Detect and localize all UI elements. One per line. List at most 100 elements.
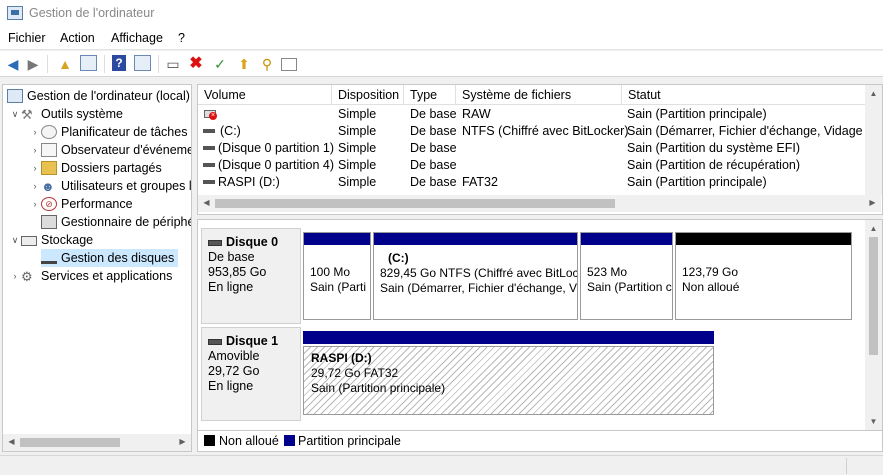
status-bar xyxy=(0,455,883,475)
services-icon: ⚙ xyxy=(21,269,33,284)
cell-status: Sain (Partition de récupération) xyxy=(627,158,801,172)
properties-view-icon[interactable] xyxy=(134,55,151,71)
disk-1-kind: Amovible xyxy=(208,349,260,363)
console-tree: Gestion de l'ordinateur (local) ∨ ⚒ Outi… xyxy=(2,84,192,452)
chevron-down-icon[interactable]: ∨ xyxy=(9,109,21,120)
chevron-down-icon[interactable]: ∨ xyxy=(9,235,21,246)
tree-root[interactable]: Gestion de l'ordinateur (local) xyxy=(7,87,190,105)
chevron-right-icon[interactable]: › xyxy=(9,271,21,281)
up-folder-icon[interactable]: ▲ xyxy=(56,55,74,73)
clock-icon xyxy=(41,125,57,139)
scrollbar-thumb[interactable] xyxy=(215,199,615,208)
disk-1-info[interactable]: Disque 1 Amovible 29,72 Go En ligne xyxy=(201,327,301,421)
scroll-right-icon[interactable]: ▶ xyxy=(174,437,191,446)
cell-layout: Simple xyxy=(338,107,377,121)
disk-0-kind: De base xyxy=(208,250,255,264)
col-volume[interactable]: Volume xyxy=(198,85,332,105)
chevron-right-icon[interactable]: › xyxy=(29,127,41,137)
disk-vertical-scrollbar[interactable]: ▲ ▼ xyxy=(865,220,882,430)
table-row[interactable]: (Disque 0 partition 1) Simple De base Sa… xyxy=(198,140,881,157)
tree-system-tools[interactable]: ∨ ⚒ Outils système xyxy=(9,105,123,123)
unallocated-bar xyxy=(676,233,851,245)
users-icon: ☻ xyxy=(41,179,55,194)
folder-up-icon[interactable]: ⬆ xyxy=(235,55,253,73)
cell-layout: Simple xyxy=(338,175,377,189)
table-row[interactable]: RASPI (D:) Simple De base FAT32 Sain (Pa… xyxy=(198,174,881,191)
drive-icon xyxy=(203,180,215,184)
search-icon[interactable]: ⚲ xyxy=(258,55,276,73)
volume-list: Volume Disposition Type Système de fichi… xyxy=(197,84,883,215)
disk-icon xyxy=(208,338,222,345)
partition-c[interactable]: (C:) 829,45 Go NTFS (Chiffré avec BitLoc… xyxy=(373,232,578,320)
menu-action[interactable]: Action xyxy=(60,31,95,45)
partition-size: 100 Mo xyxy=(310,265,351,279)
chevron-right-icon[interactable]: › xyxy=(29,199,41,209)
menu-help[interactable]: ? xyxy=(178,31,185,45)
tree-performance-label: Performance xyxy=(61,197,133,211)
tree-storage[interactable]: ∨ Stockage xyxy=(9,231,93,249)
connect-icon[interactable]: ▭ xyxy=(164,55,182,73)
col-filesystem[interactable]: Système de fichiers xyxy=(456,85,622,105)
cell-volume: RASPI (D:) xyxy=(218,175,280,189)
toolbar: ◀ ▶ ▲ ? ▭ ✖ ✓ ⬆ ⚲ xyxy=(0,51,883,77)
partition-title: RASPI (D:) xyxy=(311,351,372,365)
delete-icon[interactable]: ✖ xyxy=(187,55,205,73)
tree-services-apps[interactable]: › ⚙ Services et applications xyxy=(9,267,173,285)
volume-vertical-scrollbar[interactable]: ▲ xyxy=(865,85,882,195)
drive-icon xyxy=(203,163,215,167)
col-disposition[interactable]: Disposition xyxy=(332,85,404,105)
cell-type: De base xyxy=(410,107,457,121)
scroll-left-icon[interactable]: ◀ xyxy=(3,437,20,446)
chevron-right-icon[interactable]: › xyxy=(29,163,41,173)
scrollbar-thumb[interactable] xyxy=(869,237,878,355)
tree-performance[interactable]: › ⊘ Performance xyxy=(29,195,133,213)
partition-size: 523 Mo xyxy=(587,265,628,279)
scroll-up-icon[interactable]: ▲ xyxy=(865,224,882,233)
tree-disk-management[interactable]: Gestion des disques xyxy=(41,249,179,267)
chevron-right-icon[interactable]: › xyxy=(29,181,41,191)
check-icon[interactable]: ✓ xyxy=(211,55,229,73)
tree-storage-label: Stockage xyxy=(41,233,94,247)
partition-recovery[interactable]: 523 Mo Sain (Partition c xyxy=(580,232,673,320)
primary-bar xyxy=(581,233,672,245)
drive-icon xyxy=(203,129,215,133)
chevron-right-icon[interactable]: › xyxy=(29,145,41,155)
tree-device-manager-label: Gestionnaire de périphé xyxy=(61,215,192,229)
drive-icon xyxy=(203,146,215,150)
col-type[interactable]: Type xyxy=(404,85,456,105)
tree-horizontal-scrollbar[interactable]: ◀ ▶ xyxy=(3,434,191,451)
scrollbar-thumb[interactable] xyxy=(20,438,120,447)
col-status[interactable]: Statut xyxy=(622,85,874,105)
window-title: Gestion de l'ordinateur xyxy=(29,6,155,20)
menu-fichier[interactable]: Fichier xyxy=(8,31,46,45)
legend-primary: Partition principale xyxy=(298,434,401,448)
table-row[interactable]: × Simple De base RAW Sain (Partition pri… xyxy=(198,106,881,123)
partition-raspi[interactable]: RASPI (D:) 29,72 Go FAT32 Sain (Partitio… xyxy=(303,331,714,417)
cell-status: Sain (Démarrer, Fichier d'échange, Vidag… xyxy=(627,124,883,138)
help-icon[interactable]: ? xyxy=(112,55,126,71)
tree-disk-management-label: Gestion des disques xyxy=(61,251,175,265)
legend: Non alloué Partition principale xyxy=(197,431,883,452)
partition-efi[interactable]: 100 Mo Sain (Parti xyxy=(303,232,371,320)
title-bar: Gestion de l'ordinateur xyxy=(0,0,883,28)
table-row[interactable]: (Disque 0 partition 4) Simple De base Sa… xyxy=(198,157,881,174)
tree-task-scheduler[interactable]: › Planificateur de tâches xyxy=(29,123,187,141)
tree-event-viewer[interactable]: › Observateur d'événeme xyxy=(29,141,191,159)
table-row[interactable]: (C:) Simple De base NTFS (Chiffré avec B… xyxy=(198,123,883,140)
menu-affichage[interactable]: Affichage xyxy=(111,31,163,45)
scroll-down-icon[interactable]: ▼ xyxy=(865,417,882,426)
scroll-left-icon[interactable]: ◀ xyxy=(198,198,215,207)
tree-users-groups[interactable]: › ☻ Utilisateurs et groupes l xyxy=(29,177,192,195)
tree-device-manager[interactable]: Gestionnaire de périphé xyxy=(41,213,192,231)
partition-unallocated[interactable]: 123,79 Go Non alloué xyxy=(675,232,852,320)
storage-icon xyxy=(21,236,37,246)
tree-shared-folders[interactable]: › Dossiers partagés xyxy=(29,159,162,177)
panel-icon[interactable] xyxy=(281,58,297,71)
scroll-right-icon[interactable]: ▶ xyxy=(864,198,881,207)
forward-icon[interactable]: ▶ xyxy=(24,55,42,73)
scroll-up-icon[interactable]: ▲ xyxy=(865,89,882,98)
back-icon[interactable]: ◀ xyxy=(4,55,22,73)
volume-horizontal-scrollbar[interactable]: ◀ ▶ xyxy=(198,195,881,212)
disk-0-info[interactable]: Disque 0 De base 953,85 Go En ligne xyxy=(201,228,301,324)
console-tree-icon[interactable] xyxy=(80,55,97,71)
